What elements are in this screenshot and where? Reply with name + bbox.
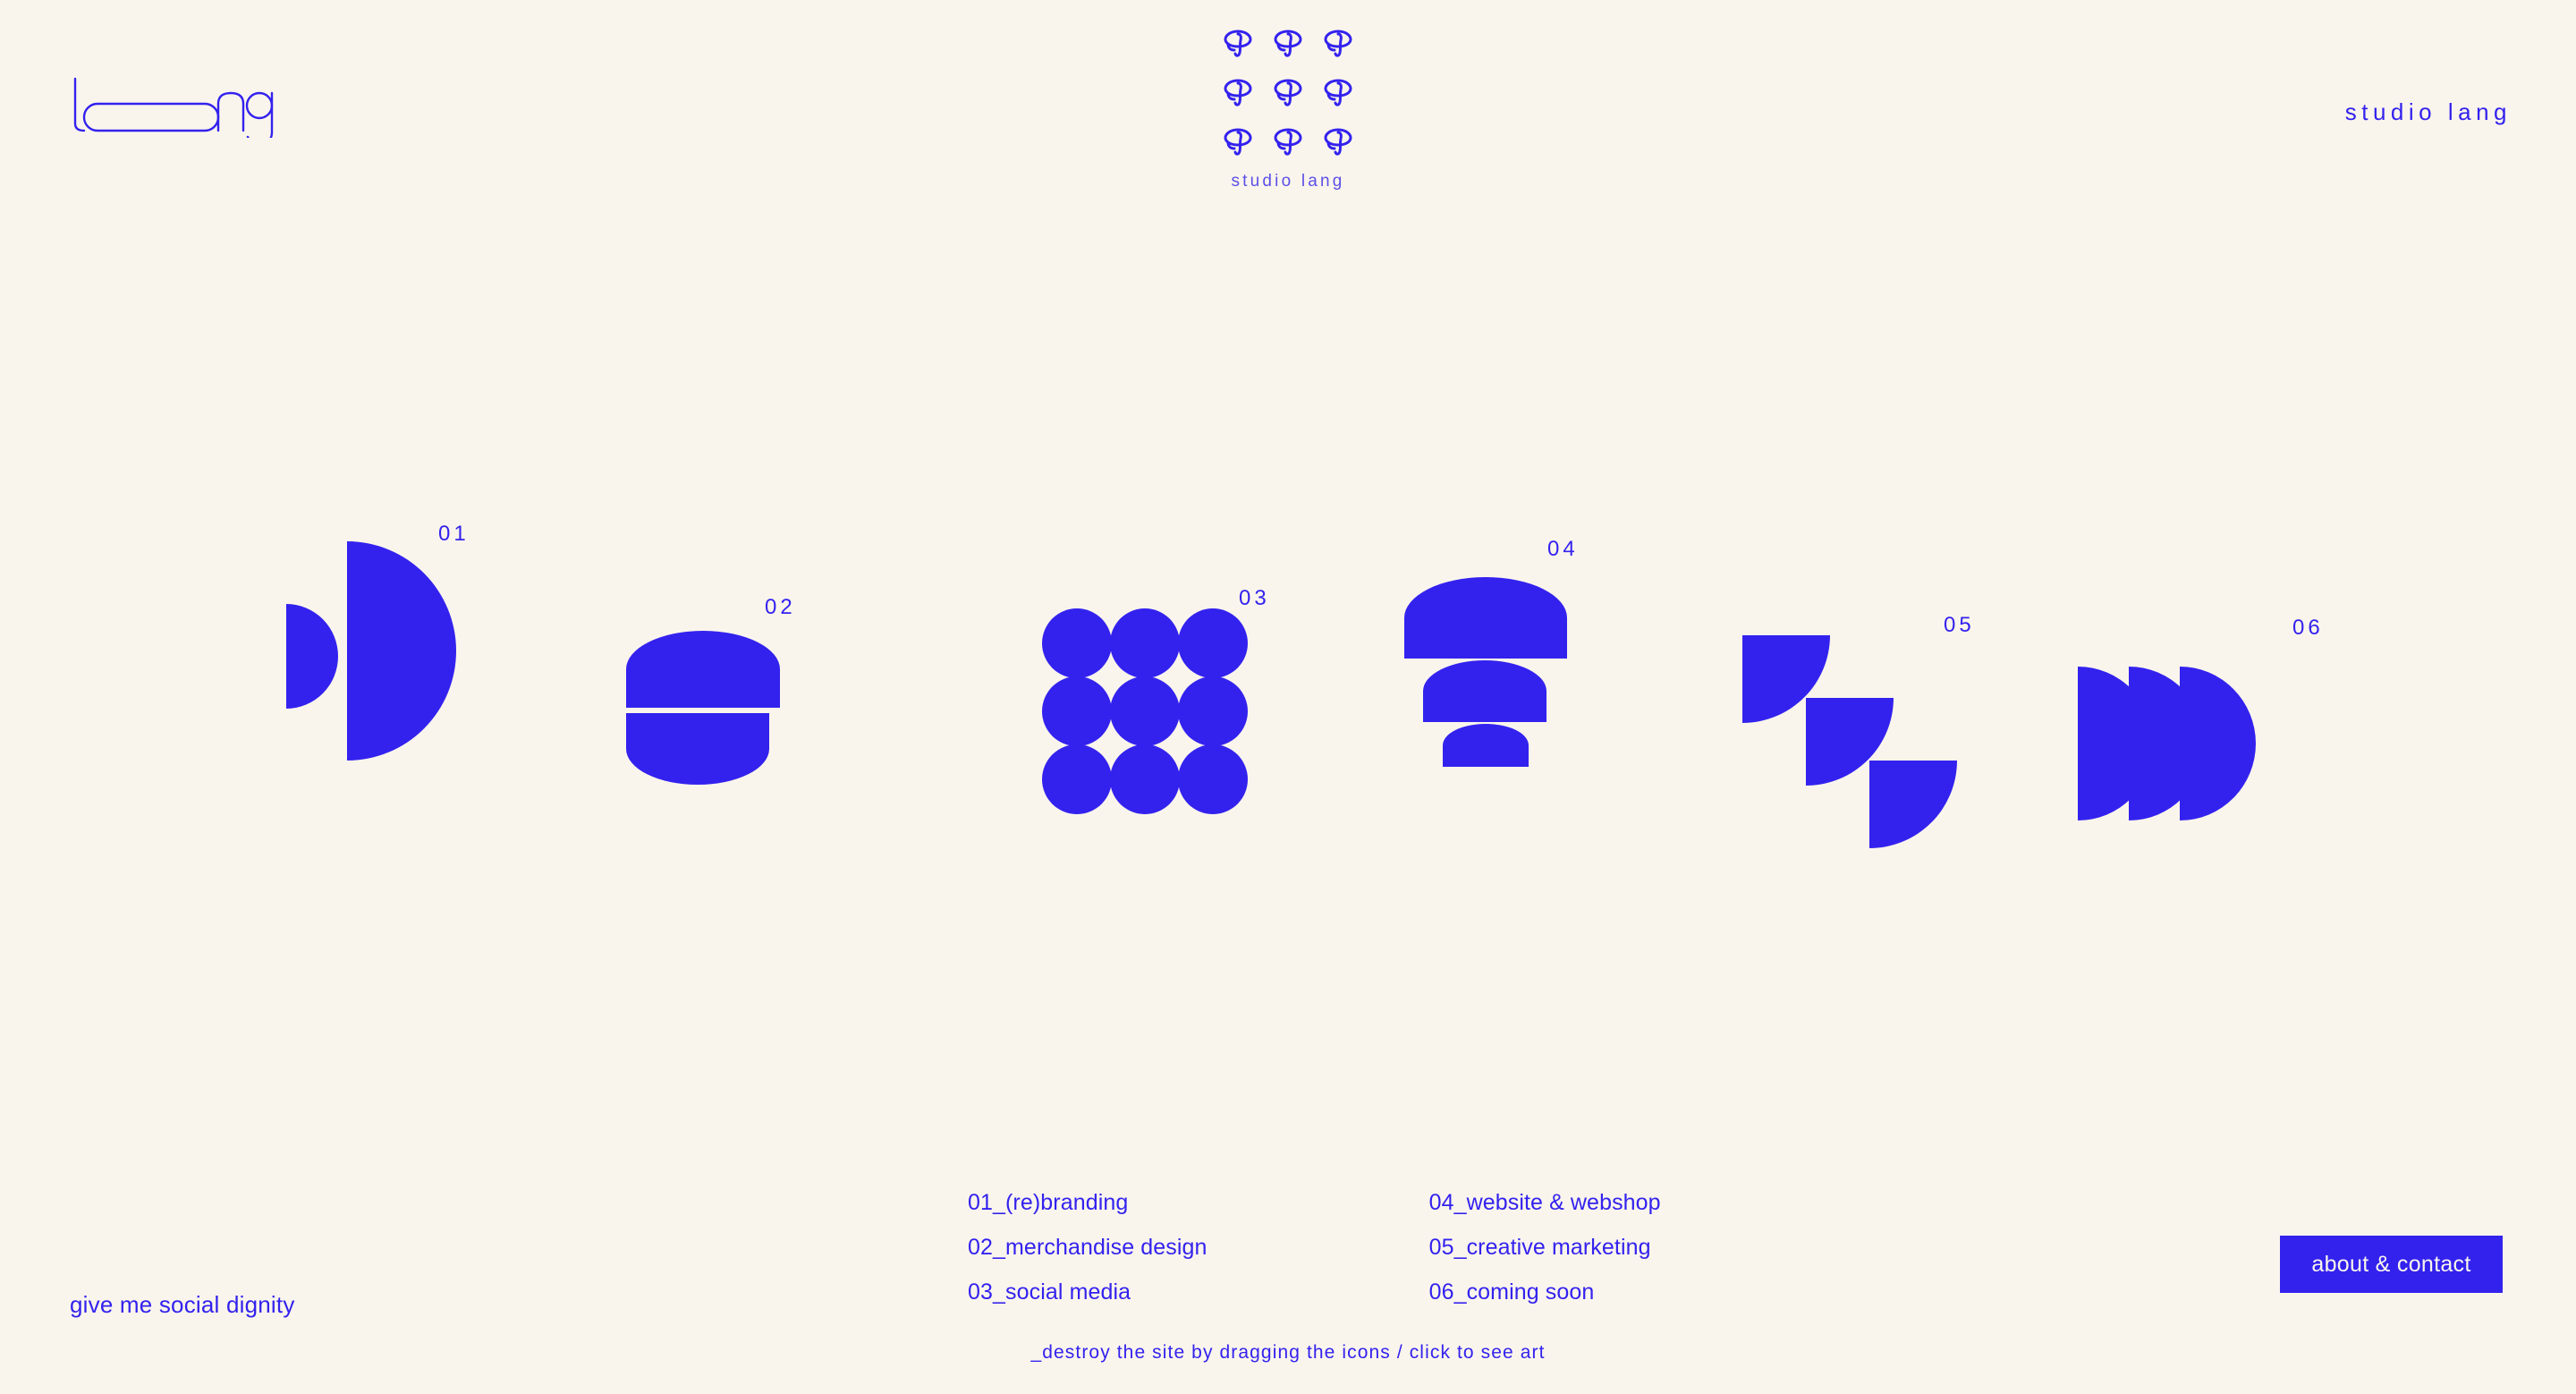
services-column-left: 01_(re)branding 02_merchandise design 03… — [968, 1190, 1208, 1305]
dome-large — [1404, 577, 1567, 659]
icon-03-dot-grid[interactable] — [1042, 608, 1248, 814]
half-circle-small — [286, 604, 338, 709]
icon-number-04: 04 — [1547, 537, 1579, 561]
dot — [1110, 744, 1180, 814]
dot — [1042, 608, 1112, 678]
half-circle — [2180, 667, 2256, 820]
services-column-right: 04_website & webshop 05_creative marketi… — [1429, 1190, 1661, 1305]
fan-shape — [626, 713, 769, 785]
icon-number-05: 05 — [1944, 613, 1975, 637]
dot — [1042, 744, 1112, 814]
service-item-01[interactable]: 01_(re)branding — [968, 1190, 1208, 1216]
half-circle-large — [347, 541, 456, 761]
icon-01-half-circles[interactable] — [286, 541, 483, 769]
icon-06-triple-half-circles[interactable] — [2078, 667, 2301, 828]
icon-field: 01 02 03 04 05 06 — [0, 0, 2576, 1394]
dot — [1110, 676, 1180, 746]
icon-02-dome-and-fan[interactable] — [626, 631, 783, 810]
landing-page: studio lang studio lang 01 02 03 04 05 0… — [0, 0, 2576, 1394]
interaction-hint: _destroy the site by dragging the icons … — [1030, 1342, 1546, 1363]
service-item-05[interactable]: 05_creative marketing — [1429, 1235, 1661, 1261]
dome-shape — [626, 631, 780, 708]
dot — [1178, 608, 1248, 678]
dot — [1178, 676, 1248, 746]
about-contact-button[interactable]: about & contact — [2280, 1236, 2503, 1293]
quarter-circle — [1869, 761, 1957, 848]
icon-05-quarter-stairs[interactable] — [1742, 635, 1962, 848]
service-item-03[interactable]: 03_social media — [968, 1279, 1208, 1305]
icon-number-06: 06 — [2292, 616, 2324, 640]
icon-number-02: 02 — [765, 595, 796, 619]
icon-04-stacked-domes[interactable] — [1404, 577, 1570, 769]
icon-number-03: 03 — [1239, 586, 1270, 610]
dot — [1110, 608, 1180, 678]
tagline: give me social dignity — [70, 1291, 295, 1318]
service-item-06[interactable]: 06_coming soon — [1429, 1279, 1661, 1305]
service-item-04[interactable]: 04_website & webshop — [1429, 1190, 1661, 1216]
dome-medium — [1423, 660, 1546, 722]
dome-small — [1443, 724, 1529, 767]
services-menu: 01_(re)branding 02_merchandise design 03… — [968, 1190, 1661, 1305]
service-item-02[interactable]: 02_merchandise design — [968, 1235, 1208, 1261]
dot — [1042, 676, 1112, 746]
dot — [1178, 744, 1248, 814]
